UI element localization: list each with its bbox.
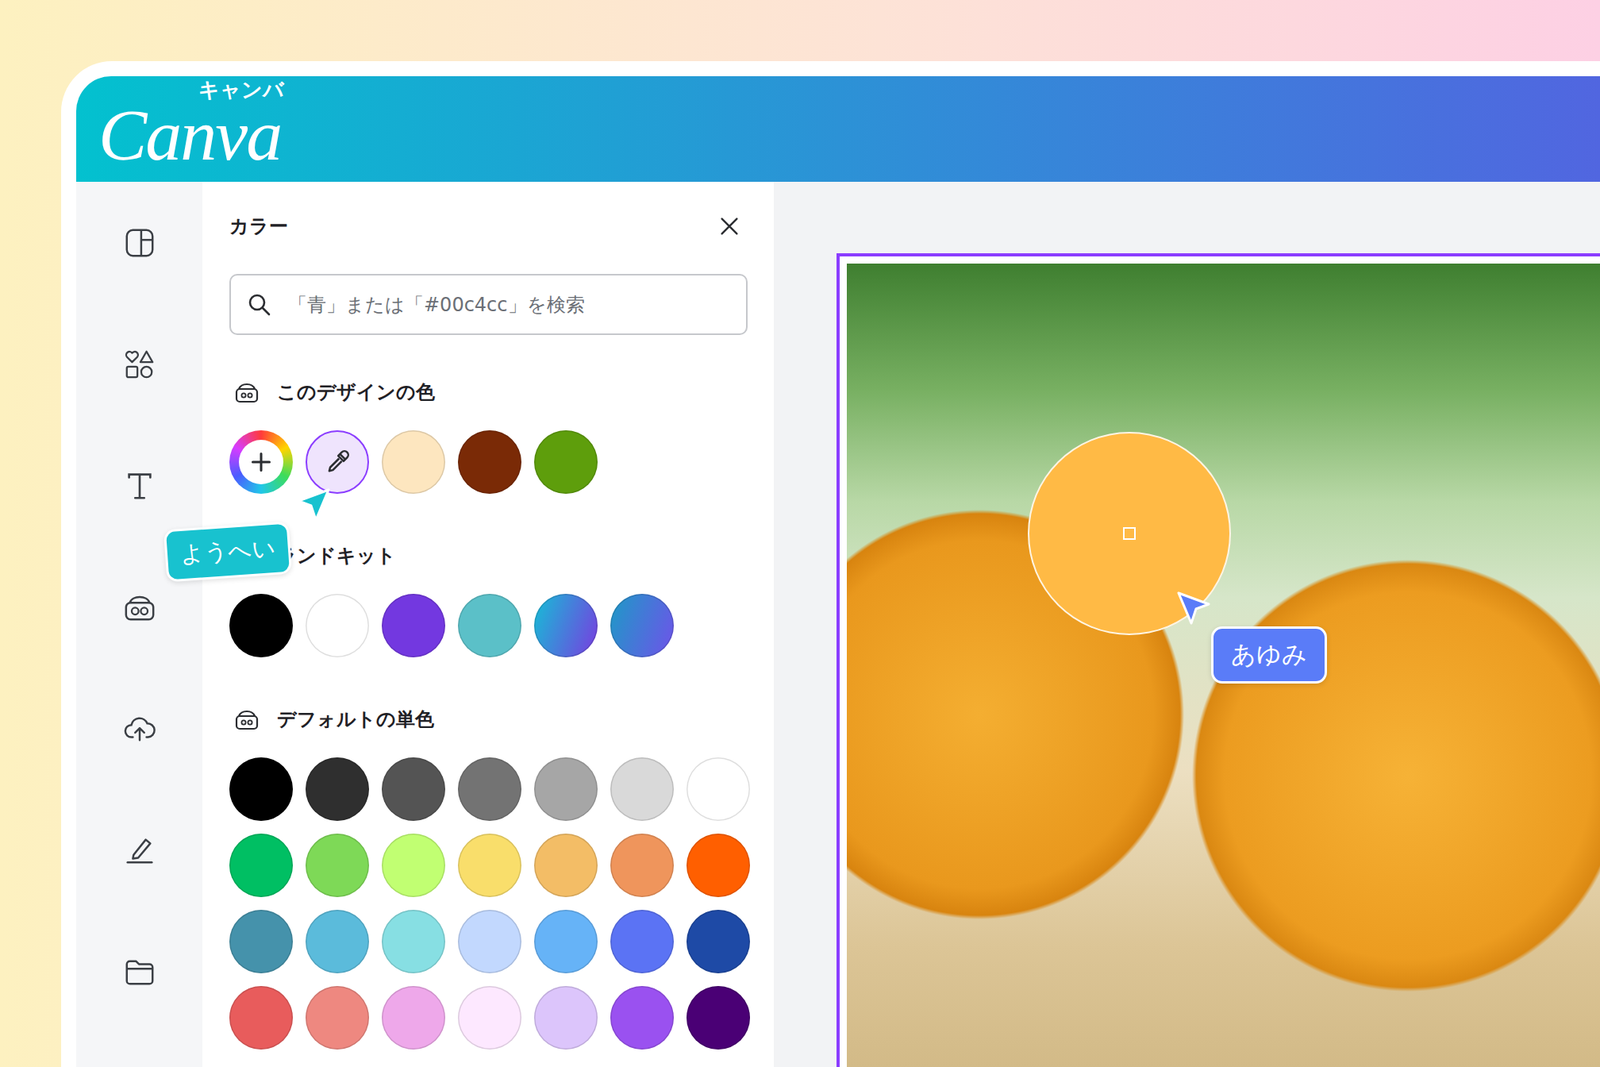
collaborator-label: あゆみ	[1211, 626, 1327, 684]
color-swatch[interactable]	[305, 833, 370, 897]
draw-pen-icon[interactable]	[123, 833, 157, 867]
color-swatch[interactable]	[610, 593, 674, 658]
color-section: ランドキット	[229, 542, 748, 658]
color-swatch[interactable]	[381, 833, 446, 897]
color-search[interactable]: 「青」または「#00c4cc」を検索	[229, 273, 748, 335]
section-header: デフォルトの単色	[229, 706, 748, 732]
color-section: このデザインの色	[229, 379, 748, 494]
color-swatch[interactable]	[457, 430, 522, 494]
color-swatch[interactable]	[381, 909, 446, 974]
plus-icon	[250, 450, 273, 474]
layout-icon[interactable]	[123, 226, 157, 260]
color-swatch[interactable]	[534, 833, 598, 897]
swatch-grid	[229, 593, 748, 658]
color-swatch[interactable]	[534, 593, 598, 658]
color-swatch[interactable]	[610, 833, 674, 897]
section-header: このデザインの色	[229, 379, 748, 405]
color-swatch[interactable]	[610, 757, 674, 821]
cursor-arrow-icon	[1176, 590, 1213, 627]
design-canvas	[773, 181, 1600, 1067]
color-swatch[interactable]	[457, 985, 522, 1050]
color-swatch[interactable]	[610, 985, 674, 1050]
swatch-grid	[229, 757, 748, 1050]
color-swatch[interactable]	[381, 757, 446, 821]
color-swatch[interactable]	[686, 909, 750, 974]
side-rail	[76, 181, 203, 1067]
eyedropper-button[interactable]	[305, 430, 370, 494]
window-frame: Canva キャンバ カラー 「青」または「#00c4cc」を検索 このデザイン…	[61, 61, 1600, 1067]
brand-kit-icon[interactable]	[123, 590, 157, 624]
panel-header: カラー	[229, 210, 748, 243]
color-panel: カラー 「青」または「#00c4cc」を検索 このデザインの色 ランドキット デ…	[202, 181, 774, 1067]
color-swatch[interactable]	[229, 985, 293, 1050]
canva-app: Canva キャンバ カラー 「青」または「#00c4cc」を検索 このデザイン…	[76, 76, 1600, 1067]
color-swatch[interactable]	[229, 909, 293, 974]
logo-kana: キャンバ	[198, 76, 285, 104]
cursor-arrow-icon	[294, 487, 331, 524]
color-swatch[interactable]	[381, 985, 446, 1050]
canva-logo[interactable]: Canva キャンバ	[98, 87, 281, 172]
panel-title: カラー	[229, 213, 289, 239]
color-swatch[interactable]	[457, 593, 522, 658]
search-placeholder: 「青」または「#00c4cc」を検索	[288, 292, 585, 318]
section-title: デフォルトの単色	[276, 706, 435, 732]
collaborator-label: ようへい	[163, 521, 293, 583]
section-title: ランドキット	[276, 542, 397, 569]
color-swatch[interactable]	[305, 909, 370, 974]
color-swatch[interactable]	[305, 593, 370, 658]
color-swatch[interactable]	[534, 430, 598, 494]
search-icon	[246, 292, 273, 318]
swatch-grid	[229, 430, 748, 494]
brand-kit-icon	[234, 706, 260, 732]
text-tool-icon[interactable]	[123, 469, 157, 503]
add-color-inner	[238, 439, 284, 485]
color-swatch[interactable]	[457, 909, 522, 974]
color-swatch[interactable]	[686, 985, 750, 1050]
color-swatch[interactable]	[534, 757, 598, 821]
workspace: カラー 「青」または「#00c4cc」を検索 このデザインの色 ランドキット デ…	[76, 181, 1600, 1067]
color-swatch[interactable]	[457, 833, 522, 897]
upload-cloud-icon[interactable]	[123, 711, 157, 746]
color-swatch[interactable]	[457, 757, 522, 821]
close-icon[interactable]	[717, 214, 742, 239]
magnifier-target	[1123, 526, 1136, 540]
color-section: デフォルトの単色	[229, 706, 748, 1050]
folder-icon[interactable]	[123, 954, 157, 989]
color-swatch[interactable]	[229, 593, 293, 658]
section-header: ランドキット	[229, 542, 748, 569]
brand-kit-icon	[234, 379, 260, 405]
add-color-button[interactable]	[229, 430, 293, 494]
color-swatch[interactable]	[305, 985, 370, 1050]
section-title: このデザインの色	[276, 379, 435, 405]
color-swatch[interactable]	[534, 909, 598, 974]
color-swatch[interactable]	[686, 833, 750, 897]
page: Canva キャンバ カラー 「青」または「#00c4cc」を検索 このデザイン…	[0, 0, 1600, 1067]
color-swatch[interactable]	[229, 757, 293, 821]
color-swatch[interactable]	[229, 833, 293, 897]
color-swatch[interactable]	[381, 593, 446, 658]
color-swatch[interactable]	[534, 985, 598, 1050]
header-bar: Canva キャンバ	[76, 76, 1600, 182]
color-swatch[interactable]	[610, 909, 674, 974]
color-swatch[interactable]	[686, 757, 750, 821]
elements-icon[interactable]	[123, 347, 157, 381]
color-swatch[interactable]	[381, 430, 446, 494]
color-swatch[interactable]	[305, 757, 370, 821]
logo-text: Canva	[98, 94, 281, 176]
eyedropper-icon	[323, 447, 352, 477]
